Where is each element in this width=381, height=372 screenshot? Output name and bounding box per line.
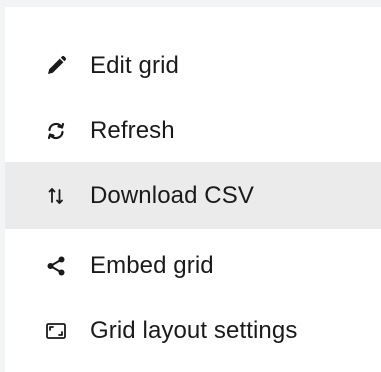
menu-item-grid-layout-settings[interactable]: Grid layout settings [5, 297, 381, 364]
menu-item-label: Edit grid [90, 51, 179, 79]
share-icon [45, 255, 67, 277]
menu-item-label: Download CSV [90, 181, 254, 209]
menu-item-embed-grid[interactable]: Embed grid [5, 232, 381, 299]
sort-arrows-icon [45, 185, 67, 207]
menu-item-label: Grid layout settings [90, 316, 298, 344]
top-edge [0, 0, 381, 7]
frame: Edit grid Refresh Download CSV Embed gri… [0, 0, 381, 372]
refresh-icon [45, 120, 67, 142]
menu-item-label: Refresh [90, 116, 175, 144]
menu-item-refresh[interactable]: Refresh [5, 97, 381, 164]
layout-icon [45, 320, 67, 342]
pencil-icon [45, 55, 67, 77]
menu-item-download-csv[interactable]: Download CSV [5, 162, 381, 229]
dropdown-menu: Edit grid Refresh Download CSV Embed gri… [5, 7, 381, 369]
menu-item-edit-grid[interactable]: Edit grid [5, 32, 381, 99]
menu-item-label: Embed grid [90, 251, 214, 279]
